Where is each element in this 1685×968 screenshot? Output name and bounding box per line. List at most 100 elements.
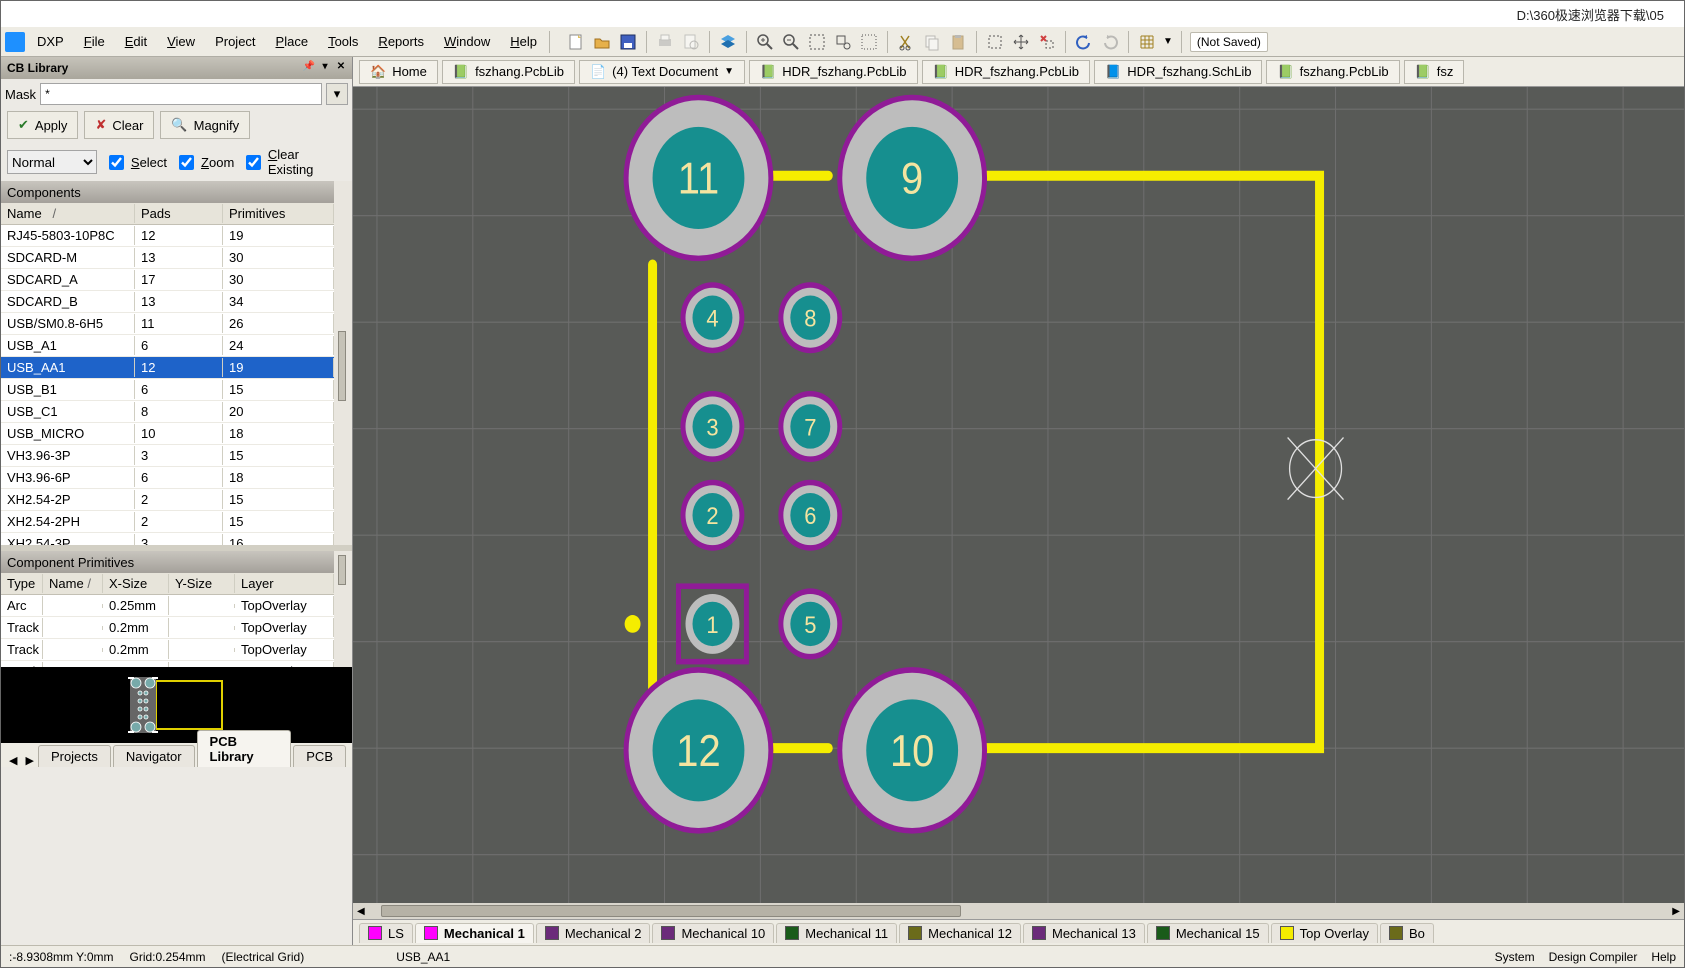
table-row[interactable]: USB_B1615 <box>1 379 334 401</box>
layer-tab[interactable]: Mechanical 12 <box>899 923 1021 943</box>
layers-icon[interactable] <box>718 32 738 52</box>
mask-dropdown[interactable]: ▾ <box>326 83 348 105</box>
zoom-in-icon[interactable] <box>755 32 775 52</box>
grid-dropdown-icon[interactable]: ▼ <box>1163 36 1173 47</box>
zoom-out-icon[interactable] <box>781 32 801 52</box>
apply-button[interactable]: ✔Apply <box>7 111 78 139</box>
table-row[interactable]: USB_C1820 <box>1 401 334 423</box>
pad-7: 7 <box>778 391 842 462</box>
tab-projects[interactable]: Projects <box>38 745 111 767</box>
layer-tab[interactable]: Mechanical 15 <box>1147 923 1269 943</box>
tab-scroll-left[interactable]: ◀ <box>5 754 21 767</box>
select-checkbox[interactable]: Select <box>105 152 167 173</box>
table-row[interactable]: VH3.96-3P315 <box>1 445 334 467</box>
tab-pcb[interactable]: PCB <box>293 745 346 767</box>
table-row[interactable]: SDCARD_B1334 <box>1 291 334 313</box>
paste-icon[interactable] <box>948 32 968 52</box>
menu-view[interactable]: View <box>157 30 205 53</box>
document-tab[interactable]: 📘HDR_fszhang.SchLib <box>1094 60 1262 84</box>
table-row[interactable]: SDCARD-M1330 <box>1 247 334 269</box>
status-design-compiler[interactable]: Design Compiler <box>1549 950 1638 964</box>
cut-icon[interactable] <box>896 32 916 52</box>
close-icon[interactable]: ✕ <box>334 59 348 73</box>
document-tab[interactable]: 🏠Home <box>359 60 438 84</box>
menu-file[interactable]: File <box>74 30 115 53</box>
zoom-window-icon[interactable] <box>833 32 853 52</box>
grid-icon[interactable] <box>1137 32 1157 52</box>
mode-select[interactable]: Normal <box>7 150 97 174</box>
layer-tab[interactable]: Mechanical 2 <box>536 923 651 943</box>
document-tab[interactable]: 📗HDR_fszhang.PcbLib <box>922 60 1090 84</box>
document-tab[interactable]: 📗fszhang.PcbLib <box>442 60 575 84</box>
table-row[interactable]: USB_MICRO1018 <box>1 423 334 445</box>
menu-dxp[interactable]: DXP <box>27 30 74 53</box>
document-tab[interactable]: 📗fszhang.PcbLib <box>1266 60 1399 84</box>
table-row[interactable]: RJ45-5803-10P8C1219 <box>1 225 334 247</box>
table-row[interactable]: USB/SM0.8-6H51126 <box>1 313 334 335</box>
menu-reports[interactable]: Reports <box>368 30 434 53</box>
canvas-scrollbar-h[interactable]: ◀ ▶ <box>353 903 1684 919</box>
layer-tab[interactable]: Mechanical 13 <box>1023 923 1145 943</box>
table-row[interactable]: XH2.54-3P316 <box>1 533 334 545</box>
table-row[interactable]: SDCARD_A1730 <box>1 269 334 291</box>
document-tab[interactable]: 📗HDR_fszhang.PcbLib <box>749 60 917 84</box>
table-row[interactable]: Arc0.25mmTopOverlay <box>1 595 334 617</box>
open-icon[interactable] <box>592 32 612 52</box>
table-row[interactable]: Track0.2mmTopOverlay <box>1 639 334 661</box>
menu-help[interactable]: Help <box>500 30 547 53</box>
table-row[interactable]: USB_AA11219 <box>1 357 334 379</box>
status-help[interactable]: Help <box>1651 950 1676 964</box>
menu-drop-icon[interactable]: ▾ <box>318 59 332 73</box>
document-tab[interactable]: 📗fsz <box>1404 60 1465 84</box>
tab-pcb-library[interactable]: PCB Library <box>197 730 292 767</box>
print-icon[interactable] <box>655 32 675 52</box>
primitives-scrollbar[interactable] <box>334 551 352 667</box>
menu-project[interactable]: Project <box>205 30 265 53</box>
magnify-button[interactable]: 🔍Magnify <box>160 111 250 139</box>
menu-place[interactable]: Place <box>266 30 319 53</box>
move-icon[interactable] <box>1011 32 1031 52</box>
layer-tab[interactable]: Mechanical 1 <box>415 923 534 943</box>
print-preview-icon[interactable] <box>681 32 701 52</box>
document-tab[interactable]: 📄(4) Text Document▼ <box>579 60 745 84</box>
zoom-checkbox[interactable]: Zoom <box>175 152 234 173</box>
pad-4: 4 <box>681 282 745 353</box>
svg-text:10: 10 <box>890 726 934 775</box>
components-scrollbar[interactable] <box>334 181 352 545</box>
zoom-sel-icon[interactable] <box>859 32 879 52</box>
layer-tab[interactable]: LS <box>359 923 413 943</box>
undo-icon[interactable] <box>1074 32 1094 52</box>
pcb-canvas[interactable]: 11 9 12 10 4 3 2 1 8 7 6 5 ◀ ▶ <box>353 87 1684 919</box>
table-row[interactable]: Track0.2mmTopOverlay <box>1 617 334 639</box>
components-table[interactable]: Name / Pads Primitives RJ45-5803-10P8C12… <box>1 203 334 545</box>
menu-window[interactable]: Window <box>434 30 500 53</box>
menu-tools[interactable]: Tools <box>318 30 368 53</box>
status-system[interactable]: System <box>1495 950 1535 964</box>
table-row[interactable]: XH2.54-2P215 <box>1 489 334 511</box>
zoom-fit-icon[interactable] <box>807 32 827 52</box>
layer-tab[interactable]: Bo <box>1380 923 1434 943</box>
clear-button[interactable]: ✘Clear <box>84 111 154 139</box>
tab-navigator[interactable]: Navigator <box>113 745 195 767</box>
menu-edit[interactable]: Edit <box>115 30 157 53</box>
pin-icon[interactable]: 📌 <box>302 59 316 73</box>
new-icon[interactable] <box>566 32 586 52</box>
select-rect-icon[interactable] <box>985 32 1005 52</box>
layer-tab[interactable]: Mechanical 11 <box>776 923 897 943</box>
clear-existing-checkbox[interactable]: Clear Existing <box>242 147 346 177</box>
table-row[interactable]: VH3.96-6P618 <box>1 467 334 489</box>
table-row[interactable]: XH2.54-2PH215 <box>1 511 334 533</box>
editor-area: 🏠Home📗fszhang.PcbLib📄(4) Text Document▼📗… <box>353 57 1684 945</box>
save-icon[interactable] <box>618 32 638 52</box>
layer-tab[interactable]: Mechanical 10 <box>652 923 774 943</box>
svg-text:9: 9 <box>901 154 923 203</box>
table-row[interactable]: USB_A1624 <box>1 335 334 357</box>
tab-scroll-right[interactable]: ▶ <box>21 754 37 767</box>
primitives-table[interactable]: Type Name / X-Size Y-Size Layer Arc0.25m… <box>1 573 334 667</box>
mask-input[interactable] <box>40 83 322 105</box>
copy-icon[interactable] <box>922 32 942 52</box>
redo-icon[interactable] <box>1100 32 1120 52</box>
layer-tab[interactable]: Top Overlay <box>1271 923 1378 943</box>
not-saved-label[interactable]: (Not Saved) <box>1190 32 1268 52</box>
deselect-icon[interactable] <box>1037 32 1057 52</box>
